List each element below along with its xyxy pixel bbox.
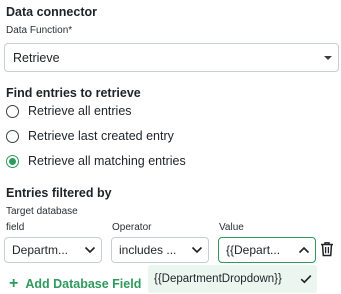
chevron-up-icon <box>293 246 315 254</box>
chevron-down-icon <box>186 246 208 254</box>
target-field-label-line2: field <box>6 222 25 233</box>
radio-retrieve-last[interactable]: Retrieve last created entry <box>6 129 174 143</box>
operator-select[interactable]: includes ... <box>111 237 209 263</box>
target-field-label: Target database <box>6 206 78 217</box>
add-database-field-label: Add Database Field <box>25 277 142 291</box>
radio-label: Retrieve all entries <box>28 104 132 118</box>
radio-label: Retrieve last created entry <box>28 129 174 143</box>
operator-label: Operator <box>112 222 152 233</box>
operator-value: includes ... <box>119 243 177 257</box>
data-function-label: Data Function* <box>6 25 73 36</box>
trash-icon[interactable] <box>320 241 334 257</box>
data-function-value: Retrieve <box>13 50 60 65</box>
radio-circle <box>6 104 19 118</box>
dropdown-option-department[interactable]: {{DepartmentDropdown}} <box>148 265 317 293</box>
entries-filtered-heading: Entries filtered by <box>6 186 112 200</box>
radio-retrieve-all[interactable]: Retrieve all entries <box>6 104 132 118</box>
target-field-select[interactable]: Departm... <box>4 237 102 263</box>
radio-circle <box>6 129 19 143</box>
plus-icon: + <box>9 275 19 292</box>
dropdown-option-label: {{DepartmentDropdown}} <box>154 273 282 285</box>
radio-retrieve-matching[interactable]: Retrieve all matching entries <box>6 154 186 168</box>
caret-down-icon <box>318 44 338 71</box>
value-label: Value <box>219 222 244 233</box>
radio-circle-checked <box>6 154 19 168</box>
value-select[interactable]: {{Depart... <box>218 237 316 263</box>
add-database-field-button[interactable]: + Add Database Field <box>9 275 142 292</box>
check-icon <box>295 274 317 284</box>
chevron-down-icon <box>79 246 101 254</box>
data-function-select[interactable]: Retrieve <box>4 43 339 72</box>
find-entries-heading: Find entries to retrieve <box>6 86 141 100</box>
value-select-value: {{Depart... <box>226 243 281 257</box>
target-field-value: Departm... <box>12 243 69 257</box>
radio-label: Retrieve all matching entries <box>28 154 186 168</box>
data-connector-heading: Data connector <box>6 5 97 19</box>
